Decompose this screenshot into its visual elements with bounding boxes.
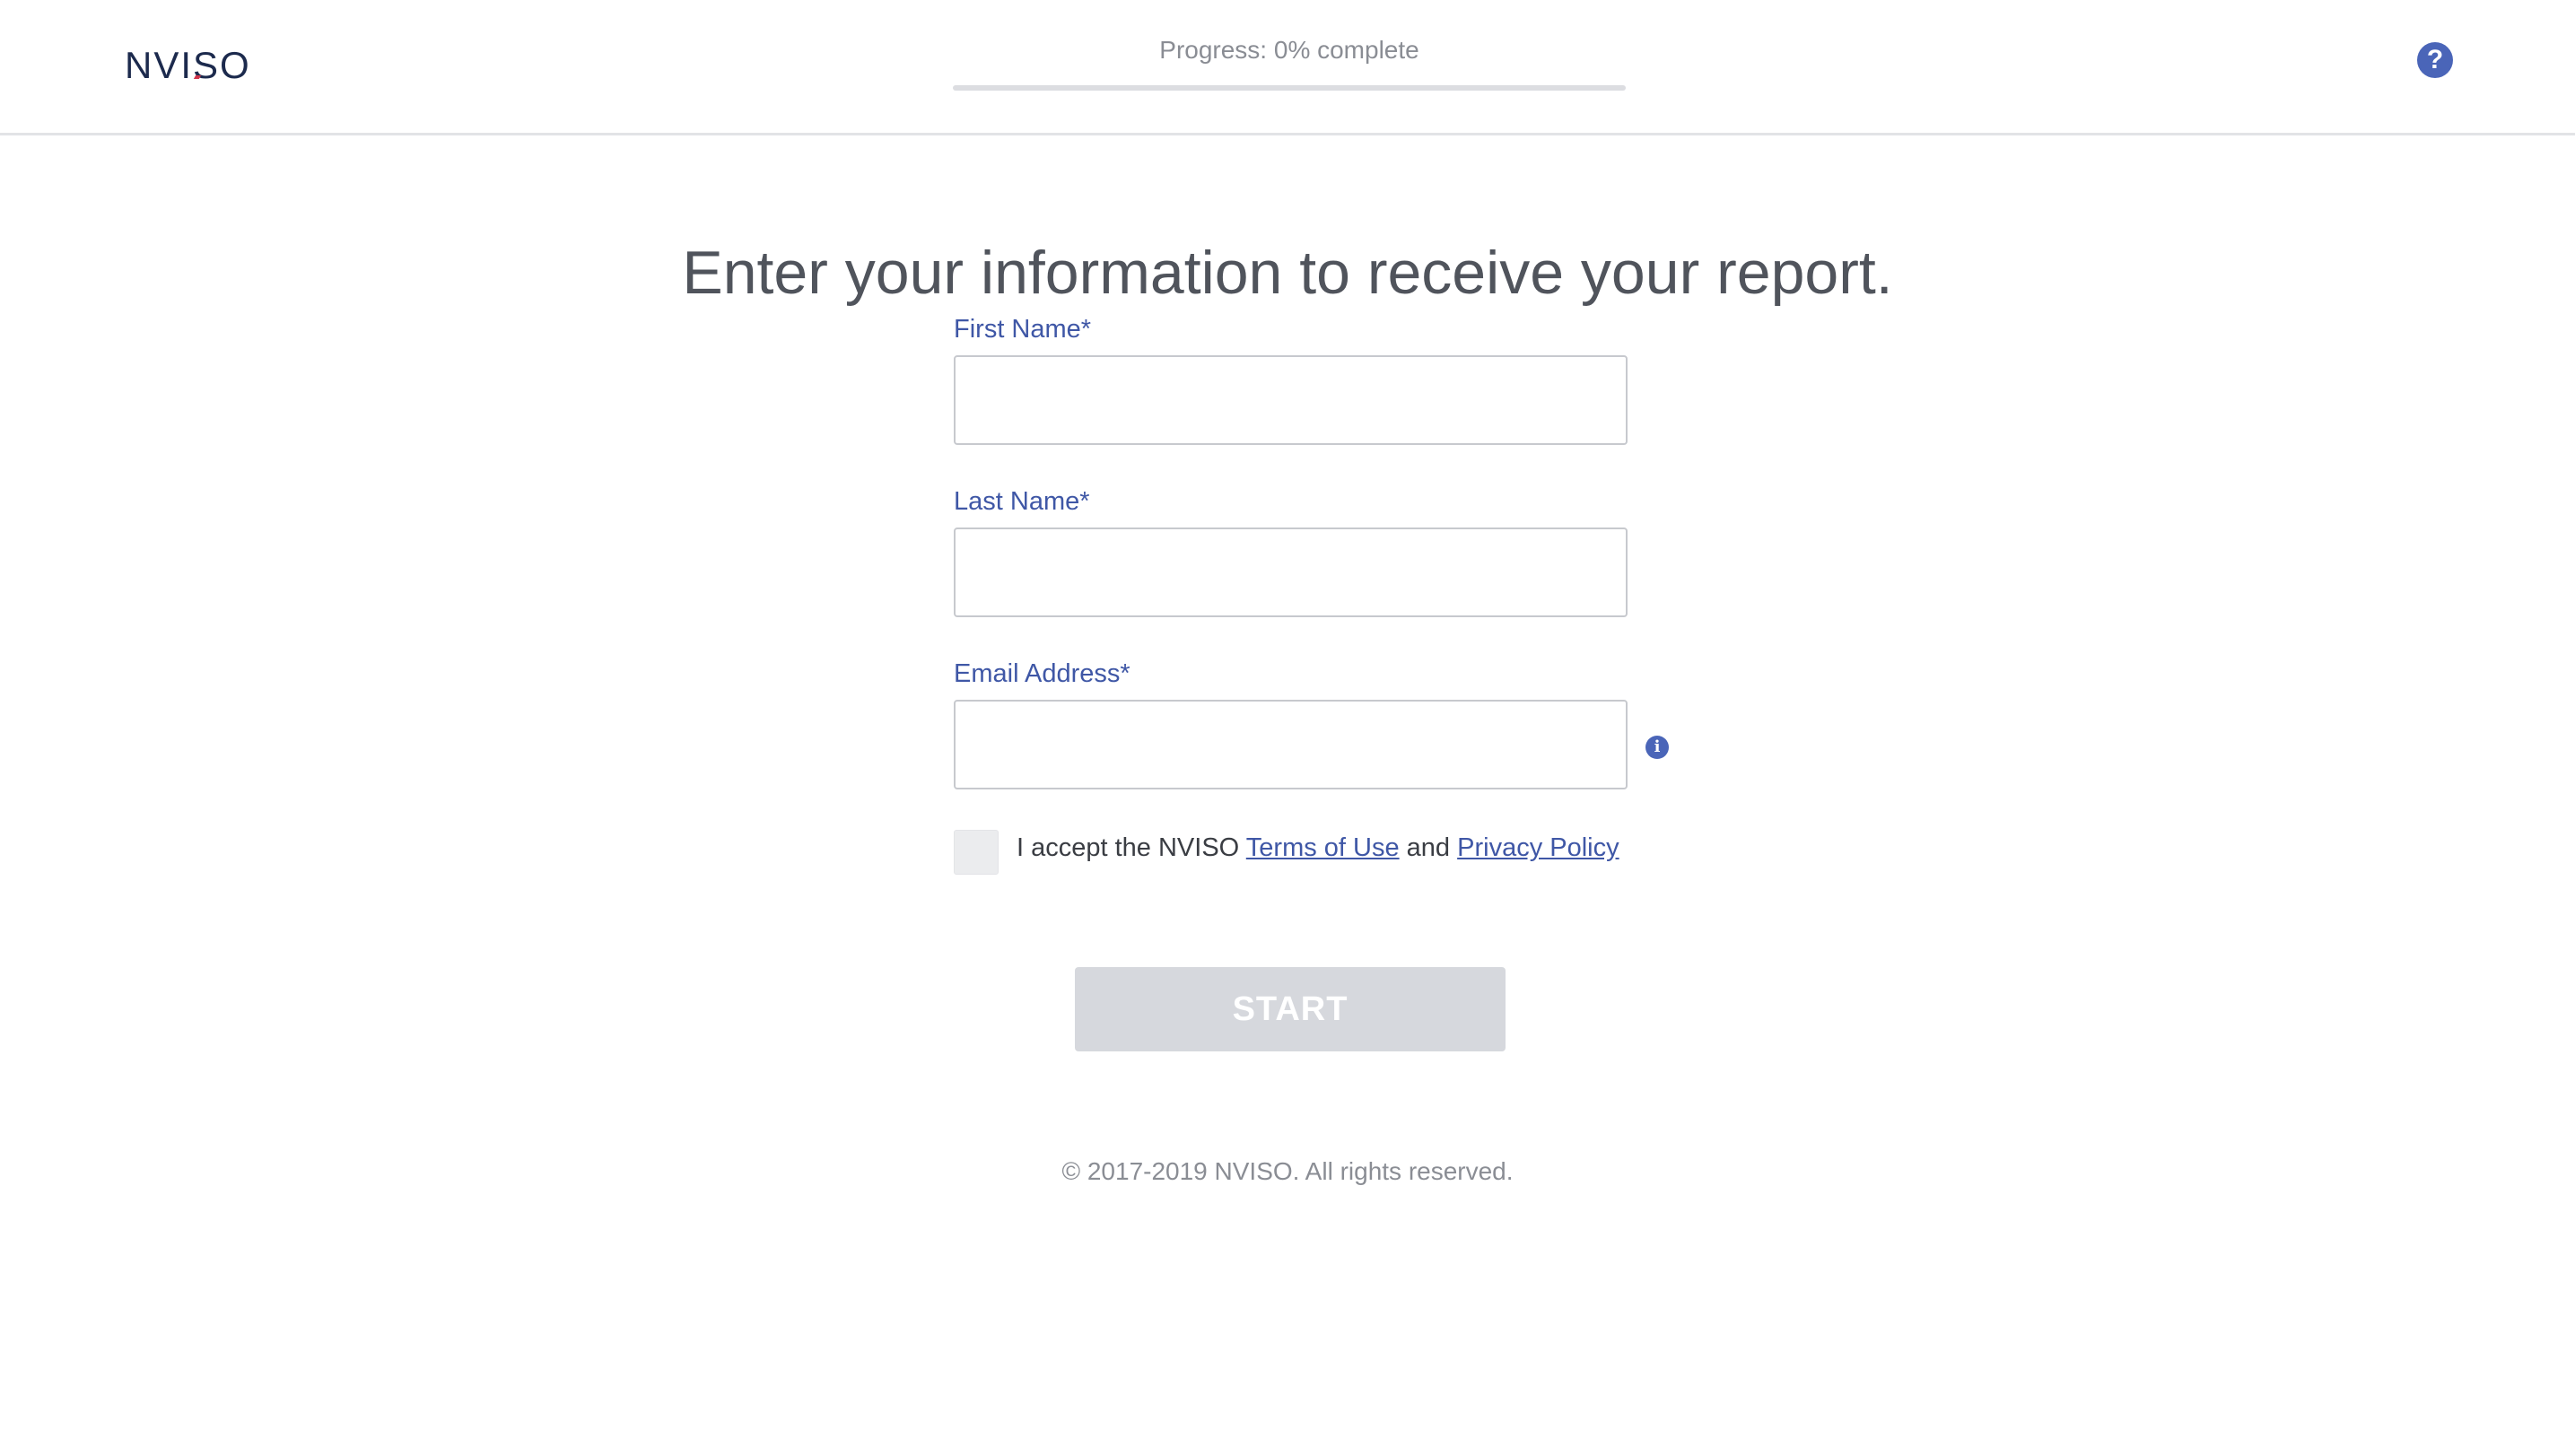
accept-terms-prefix: I accept the NVISO — [1017, 833, 1240, 862]
first-name-label: First Name* — [954, 315, 1092, 344]
accept-terms-conjunction: and — [1406, 833, 1451, 862]
start-button[interactable]: START — [1075, 967, 1506, 1051]
accept-terms-text: I accept the NVISO Terms of Use and Priv… — [1017, 830, 1619, 866]
accept-terms-checkbox[interactable] — [954, 830, 999, 875]
email-address-label: Email Address* — [954, 659, 1130, 688]
progress-bar — [953, 85, 1626, 91]
email-address-input[interactable] — [954, 700, 1628, 789]
question-circle-icon[interactable]: ? — [2417, 42, 2453, 78]
last-name-input[interactable] — [954, 527, 1628, 617]
info-circle-icon[interactable]: i — [1645, 736, 1669, 759]
footer-copyright: © 2017-2019 NVISO. All rights reserved. — [1061, 1157, 1514, 1185]
first-name-input[interactable] — [954, 355, 1628, 445]
terms-of-use-link[interactable]: Terms of Use — [1246, 833, 1400, 862]
nviso-logo[interactable]: NVISO — [125, 43, 251, 88]
progress-label: Progress: 0% complete — [1159, 36, 1419, 64]
logo-text: NVISO — [125, 44, 251, 86]
page-title: Enter your information to receive your r… — [682, 238, 1893, 307]
privacy-policy-link[interactable]: Privacy Policy — [1457, 833, 1619, 862]
last-name-label: Last Name* — [954, 487, 1090, 516]
top-header: NVISO Progress: 0% complete ? — [0, 0, 2575, 135]
